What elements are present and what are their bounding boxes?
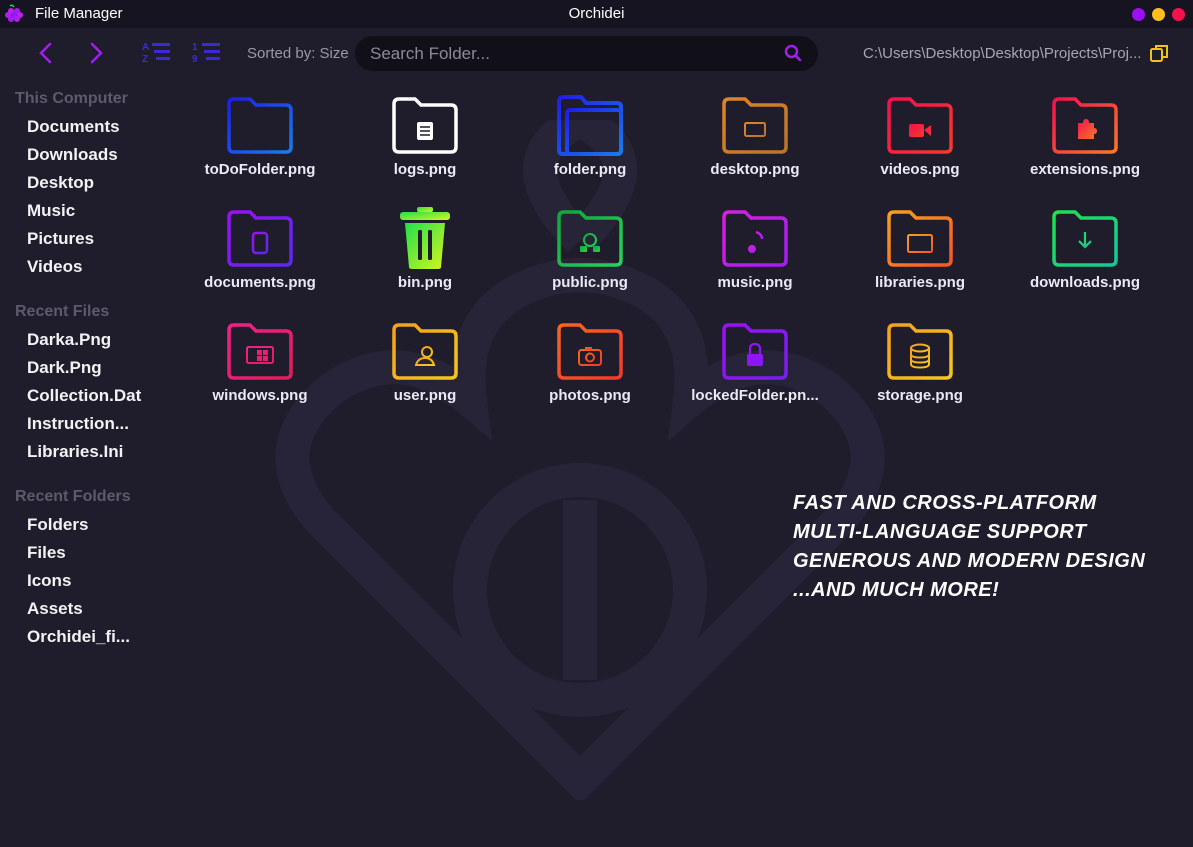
- file-tile[interactable]: lockedFolder.pn...: [675, 306, 835, 411]
- sidebar-item-files[interactable]: Files: [27, 543, 66, 563]
- logs-folder-icon: [392, 97, 458, 154]
- sidebar-item-icons[interactable]: Icons: [27, 571, 71, 591]
- documents-folder-icon: [227, 210, 293, 267]
- feature-line: Multi-language support: [793, 521, 1087, 543]
- back-button[interactable]: [34, 41, 58, 65]
- file-tile[interactable]: documents.png: [180, 193, 340, 298]
- feature-line: Generous and modern design: [793, 550, 1146, 572]
- sidebar-item-collection-dat[interactable]: Collection.Dat: [27, 386, 141, 406]
- sort-numeric-icon[interactable]: 1 9: [192, 40, 222, 66]
- libraries-folder-icon: [887, 210, 953, 267]
- window-title: Orchidei: [568, 5, 625, 22]
- file-name: lockedFolder.pn...: [691, 387, 819, 404]
- feature-line: Fast and cross-platform: [793, 492, 1097, 514]
- file-name: videos.png: [880, 161, 960, 178]
- sidebar-item-darka-png[interactable]: Darka.Png: [27, 330, 111, 350]
- svg-text:1: 1: [192, 42, 198, 53]
- trash-bin-icon: [400, 207, 450, 269]
- toolbar: A Z 1 9 Sorted by: Size C:\Users\Desktop…: [0, 28, 1193, 80]
- file-name: desktop.png: [710, 161, 800, 178]
- sidebar-item-pictures[interactable]: Pictures: [27, 229, 94, 249]
- file-name: public.png: [552, 274, 628, 291]
- file-name: logs.png: [393, 161, 457, 178]
- sort-alpha-icon[interactable]: A Z: [142, 40, 172, 66]
- sidebar-item-documents[interactable]: Documents: [27, 117, 120, 137]
- file-tile[interactable]: libraries.png: [840, 193, 1000, 298]
- file-tile[interactable]: user.png: [345, 306, 505, 411]
- file-tile[interactable]: downloads.png: [1005, 193, 1165, 298]
- file-name: libraries.png: [874, 274, 966, 291]
- feature-list: Fast and cross-platform Multi-language s…: [793, 489, 1173, 605]
- file-name: music.png: [717, 274, 793, 291]
- sidebar-heading: Recent Files: [15, 303, 110, 320]
- file-name: folder.png: [553, 161, 627, 178]
- videos-folder-icon: [887, 97, 953, 154]
- sidebar-item-orchidei-fi[interactable]: Orchidei_fi...: [27, 627, 130, 647]
- sidebar: This Computer Documents Downloads Desktop Mu…: [0, 80, 180, 847]
- locked-folder-icon: [722, 323, 788, 380]
- sorted-by-label: Sorted by: Size: [247, 45, 349, 62]
- file-tile[interactable]: music.png: [675, 193, 835, 298]
- storage-folder-icon: [887, 323, 953, 380]
- public-folder-icon: [557, 210, 623, 267]
- photos-folder-icon: [557, 323, 623, 380]
- sidebar-item-libraries-ini[interactable]: Libraries.Ini: [27, 442, 123, 462]
- file-name: downloads.png: [1030, 274, 1140, 291]
- feature-line: ...and much more!: [793, 579, 1000, 601]
- extensions-folder-icon: [1052, 97, 1118, 154]
- search-icon[interactable]: [784, 44, 802, 62]
- file-name: photos.png: [549, 387, 631, 404]
- file-tile[interactable]: public.png: [510, 193, 670, 298]
- current-path[interactable]: C:\Users\Desktop\Desktop\Projects\Proj..…: [863, 45, 1143, 62]
- file-tile[interactable]: photos.png: [510, 306, 670, 411]
- sidebar-item-instruction[interactable]: Instruction...: [27, 414, 129, 434]
- copy-path-icon[interactable]: [1149, 43, 1169, 63]
- sidebar-item-dark-png[interactable]: Dark.Png: [27, 358, 102, 378]
- file-tile[interactable]: logs.png: [345, 80, 505, 185]
- sidebar-item-downloads[interactable]: Downloads: [27, 145, 118, 165]
- windows-folder-icon: [227, 323, 293, 380]
- sidebar-item-folders[interactable]: Folders: [27, 515, 88, 535]
- file-tile[interactable]: videos.png: [840, 80, 1000, 185]
- open-folder-icon: [557, 95, 623, 156]
- svg-text:A: A: [142, 42, 149, 53]
- file-tile[interactable]: bin.png: [345, 193, 505, 298]
- sidebar-item-desktop[interactable]: Desktop: [27, 173, 94, 193]
- search-input[interactable]: [370, 36, 770, 71]
- title-bar: File Manager Orchidei: [0, 0, 1193, 28]
- svg-text:Z: Z: [142, 54, 148, 65]
- file-name: toDoFolder.png: [204, 161, 316, 178]
- minimize-button[interactable]: [1132, 8, 1145, 21]
- file-tile[interactable]: storage.png: [840, 306, 1000, 411]
- maximize-button[interactable]: [1152, 8, 1165, 21]
- downloads-folder-icon: [1052, 210, 1118, 267]
- music-folder-icon: [722, 210, 788, 267]
- file-name: storage.png: [877, 387, 963, 404]
- sidebar-heading: This Computer: [15, 90, 128, 107]
- svg-text:9: 9: [192, 54, 198, 65]
- file-tile[interactable]: windows.png: [180, 306, 340, 411]
- file-name: windows.png: [212, 387, 308, 404]
- file-name: documents.png: [204, 274, 316, 291]
- file-tile[interactable]: folder.png: [510, 80, 670, 185]
- sidebar-heading: Recent Folders: [15, 488, 131, 505]
- sidebar-item-videos[interactable]: Videos: [27, 257, 82, 277]
- file-tile[interactable]: desktop.png: [675, 80, 835, 185]
- file-tile[interactable]: extensions.png: [1005, 80, 1165, 185]
- sidebar-item-assets[interactable]: Assets: [27, 599, 83, 619]
- file-name: bin.png: [397, 274, 453, 291]
- desktop-folder-icon: [722, 97, 788, 154]
- user-folder-icon: [392, 323, 458, 380]
- file-tile[interactable]: toDoFolder.png: [180, 80, 340, 185]
- file-name: extensions.png: [1029, 161, 1141, 178]
- forward-button[interactable]: [84, 41, 108, 65]
- folder-icon: [227, 97, 293, 154]
- close-button[interactable]: [1172, 8, 1185, 21]
- file-name: user.png: [393, 387, 457, 404]
- sidebar-item-music[interactable]: Music: [27, 201, 75, 221]
- file-grid: toDoFolder.png logs.png folder.png desktop.…: [180, 80, 1193, 847]
- search-bar: [355, 36, 818, 71]
